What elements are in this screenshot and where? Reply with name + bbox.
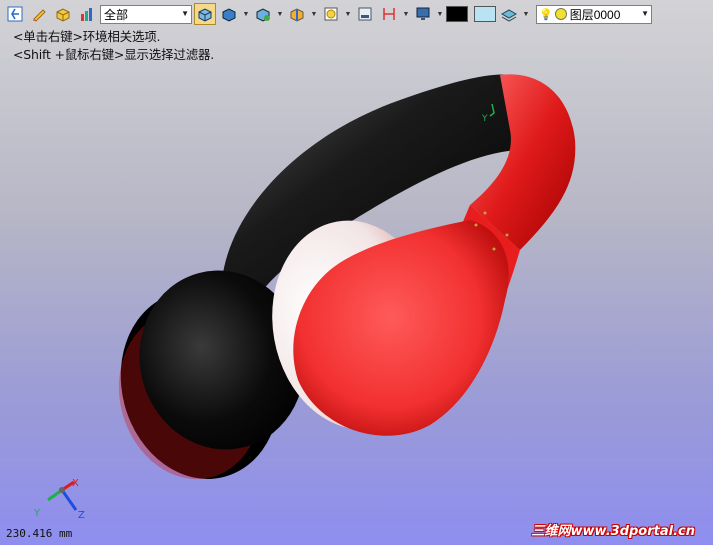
- triad-x-label: X: [72, 478, 79, 489]
- sketch-pencil-icon[interactable]: [28, 3, 50, 25]
- layer-select[interactable]: 💡 图层0000 ▼: [536, 4, 652, 24]
- watermark-text: 三维网www.3dportal.cn: [531, 524, 695, 539]
- layer-select-value: 图层0000: [569, 7, 621, 22]
- chevron-down-icon[interactable]: ▼: [242, 11, 250, 18]
- exit-icon[interactable]: [4, 3, 26, 25]
- measurement-readout: 230.416 mm: [6, 527, 73, 540]
- chevron-down-icon[interactable]: ▼: [310, 11, 318, 18]
- chevron-down-icon[interactable]: ▼: [344, 11, 352, 18]
- scene-icon[interactable]: [354, 3, 376, 25]
- headphone-model[interactable]: Y X Y Z: [0, 0, 713, 545]
- lightbulb-icon: 💡: [539, 8, 553, 21]
- triad-z-label: Z: [78, 510, 85, 521]
- chart-filter-icon[interactable]: [76, 3, 98, 25]
- view-triad[interactable]: X Y Z: [33, 478, 85, 521]
- selection-filter-select[interactable]: 全部 ▼: [100, 4, 192, 24]
- dimension-icon[interactable]: [378, 3, 400, 25]
- model-axis-y-label: Y: [481, 114, 488, 124]
- monitor-icon[interactable]: [412, 3, 434, 25]
- chevron-down-icon[interactable]: ▼: [276, 11, 284, 18]
- section-view-icon[interactable]: [286, 3, 308, 25]
- hide-show-icon[interactable]: [252, 3, 274, 25]
- graphics-viewport[interactable]: Y X Y Z 全部 ▼ ▼ ▼ ▼ ▼ ▼ ▼ ▼ 💡 图层0000 ▼ <单…: [0, 0, 713, 545]
- heads-up-toolbar: 全部 ▼ ▼ ▼ ▼ ▼ ▼ ▼ ▼ 💡 图层0000 ▼: [0, 0, 713, 28]
- chevron-down-icon: ▼: [641, 8, 649, 18]
- layer-color-dot-icon: [554, 8, 567, 20]
- triad-y-label: Y: [33, 508, 41, 519]
- layer-stack-icon[interactable]: [498, 3, 520, 25]
- selection-filter-value: 全部: [104, 7, 129, 22]
- chevron-down-icon: ▼: [181, 8, 189, 18]
- color-swatch-black[interactable]: [446, 6, 468, 22]
- color-swatch-light-blue[interactable]: [474, 6, 496, 22]
- display-style-icon[interactable]: [218, 3, 240, 25]
- hint-line-1: <单击右键>环境相关选项.: [13, 29, 161, 44]
- hint-line-2: <Shift +鼠标右键>显示选择过滤器.: [13, 47, 215, 62]
- view-orientation-icon[interactable]: [194, 3, 216, 25]
- chevron-down-icon[interactable]: ▼: [436, 11, 444, 18]
- appearance-icon[interactable]: [320, 3, 342, 25]
- chevron-down-icon[interactable]: ▼: [402, 11, 410, 18]
- part-icon[interactable]: [52, 3, 74, 25]
- chevron-down-icon[interactable]: ▼: [522, 11, 530, 18]
